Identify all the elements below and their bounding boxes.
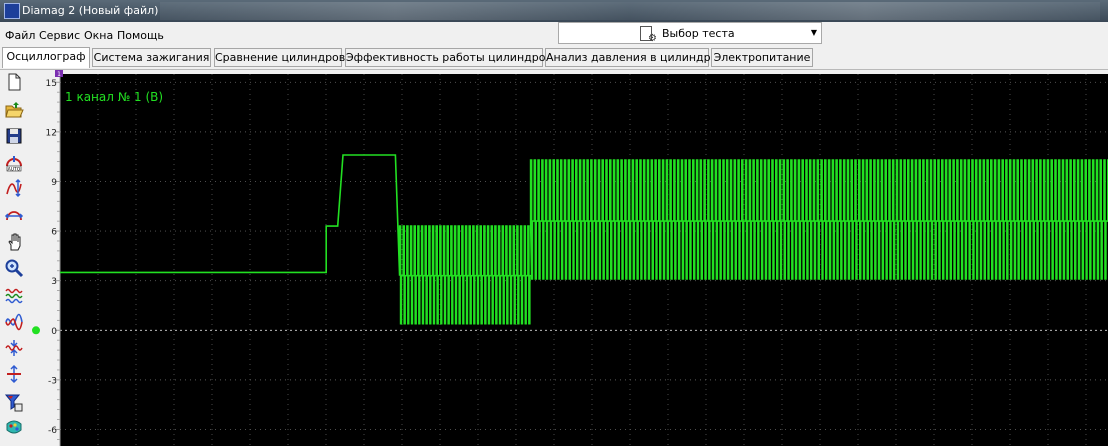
svg-text:AUTO: AUTO	[8, 166, 21, 172]
y-tick-label: 0	[51, 327, 57, 337]
save-icon[interactable]	[4, 126, 24, 146]
compress-icon[interactable]	[4, 338, 24, 358]
zoom-icon[interactable]	[4, 258, 24, 278]
tab-bar: Осциллограф Система зажигания Сравнение …	[0, 47, 1108, 70]
tab-oscilloscope[interactable]: Осциллограф	[2, 47, 90, 68]
new-file-icon[interactable]	[4, 72, 24, 92]
title-bar: Diamag 2 (Новый файл)	[0, 0, 1108, 22]
filter-icon[interactable]	[4, 392, 24, 412]
y-tick-label: 15	[46, 79, 57, 89]
open-folder-icon[interactable]	[4, 100, 24, 120]
y-tick-label: 3	[51, 277, 57, 287]
vertical-scale-icon[interactable]	[4, 178, 24, 198]
channel-label: 1 канал № 1 (В)	[65, 90, 163, 104]
marker[interactable]: 1	[55, 70, 63, 78]
y-tick-label: -3	[48, 376, 57, 386]
test-select-dropdown[interactable]: ⚙ Выбор теста ▼	[558, 22, 822, 44]
tab-power-supply[interactable]: Электропитание	[711, 48, 813, 67]
tab-cylinder-efficiency[interactable]: Эффективность работы цилиндров	[345, 48, 552, 67]
tab-ignition-system[interactable]: Система зажигания	[92, 48, 211, 67]
tab-cylinder-comparison[interactable]: Сравнение цилиндров	[214, 48, 345, 67]
app-icon	[4, 3, 20, 19]
zero-level-marker-icon[interactable]	[32, 326, 40, 335]
overlay-waves-icon[interactable]	[4, 286, 24, 306]
horizontal-scale-icon[interactable]	[4, 204, 24, 224]
window-title: Diamag 2 (Новый файл)	[22, 4, 159, 17]
title-bar-background	[160, 2, 1100, 20]
split-waves-icon[interactable]	[4, 312, 24, 332]
gear-icon: ⚙	[648, 33, 657, 44]
y-tick-label: -6	[48, 426, 57, 436]
expand-icon[interactable]	[4, 364, 24, 384]
test-select-label: Выбор теста	[662, 27, 735, 40]
hand-pan-icon[interactable]	[4, 232, 24, 252]
y-tick-label: 12	[46, 128, 57, 138]
auto-scale-icon[interactable]: AUTO	[4, 152, 24, 172]
tab-cylinder-pressure[interactable]: Анализ давления в цилиндре	[545, 48, 717, 67]
menu-windows[interactable]: Окна	[84, 29, 113, 42]
menu-service[interactable]: Сервис	[39, 29, 80, 42]
time-marker-label: 1	[57, 71, 61, 78]
menu-bar: Файл Сервис Окна Помощь	[0, 22, 1108, 47]
y-tick-label: 6	[51, 228, 57, 238]
chevron-down-icon: ▼	[810, 28, 817, 37]
menu-help[interactable]: Помощь	[117, 29, 164, 42]
menu-file[interactable]: Файл	[5, 29, 35, 42]
y-tick-label: 9	[51, 178, 57, 188]
oscilloscope-plot[interactable]: 15 12 9 6 3 0 -3 -6 1 1 канал № 1 (В)	[30, 70, 1108, 446]
color-palette-icon[interactable]	[4, 418, 24, 438]
left-toolbar: AUTO	[0, 70, 30, 446]
